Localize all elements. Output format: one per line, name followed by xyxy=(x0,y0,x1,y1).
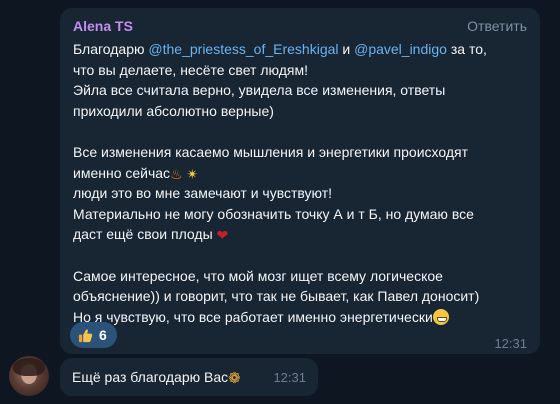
message-timestamp: 12:31 xyxy=(494,336,527,351)
text-fragment: Но я чувствую, что все работает именно э… xyxy=(73,308,433,325)
message-line: что вы делаете, несёте свет людям! xyxy=(73,61,308,78)
text-fragment: даст ещё свои плоды xyxy=(73,226,213,243)
message-text: Благодарю @the_priestess_of_Ereshkigal и… xyxy=(73,39,527,327)
text-fragment: за то, xyxy=(446,41,487,57)
text-fragment: Ещё раз благодарю Вас xyxy=(72,368,229,385)
mention-link[interactable]: @pavel_indigo xyxy=(354,41,447,57)
message-line: Все изменения касаемо мышления и энергет… xyxy=(73,143,468,160)
message-text: Ещё раз благодарю Вас❁ xyxy=(72,369,241,386)
message-line: люди это во мне замечают и чувствуют! xyxy=(73,185,333,202)
message-line: Материально не могу обозначить точку А и… xyxy=(73,205,474,222)
praying-hands-icon: ❁ xyxy=(228,368,241,387)
heart-icon: ❤ xyxy=(216,228,229,245)
sender-name[interactable]: Alena TS xyxy=(73,18,133,34)
text-fragment: Благодарю xyxy=(73,41,149,57)
message-bubble[interactable]: Alena TS Ответить Благодарю @the_prieste… xyxy=(60,8,540,354)
text-fragment: и xyxy=(338,41,355,57)
message-bubble[interactable]: Ещё раз благодарю Вас❁ 12:31 xyxy=(60,358,318,396)
message-timestamp: 12:31 xyxy=(273,369,306,385)
message-line: именно сейчас♨ ✴ xyxy=(73,163,527,184)
message-line: приходили абсолютно верные) xyxy=(73,102,274,119)
message-header: Alena TS Ответить xyxy=(73,17,527,35)
fire-icon: ♨ xyxy=(170,166,183,183)
dizzy-icon: ✴ xyxy=(186,166,199,183)
message-line: Но я чувствую, что все работает именно э… xyxy=(73,307,527,328)
message-line: Эйла все считала верно, увидела все изме… xyxy=(73,82,446,99)
message-line: объяснение)) и говорит, что так не бывае… xyxy=(73,288,480,305)
mention-link[interactable]: @the_priestess_of_Ereshkigal xyxy=(148,41,338,57)
reaction-count: 6 xyxy=(99,327,107,343)
message-line: даст ещё свои плоды ❤ xyxy=(73,224,527,245)
message-line: Самое интересное, что мой мозг ищет всем… xyxy=(73,267,443,284)
reply-button[interactable]: Ответить xyxy=(467,18,527,34)
sender-avatar[interactable] xyxy=(9,356,49,396)
reaction-thumbs-up[interactable]: 6 xyxy=(70,322,117,348)
message-line: Благодарю @the_priestess_of_Ereshkigal и… xyxy=(73,39,527,60)
grinning-icon xyxy=(432,308,449,325)
text-fragment: именно сейчас xyxy=(73,164,171,181)
thumbs-up-icon xyxy=(78,328,93,342)
chat-view: Alena TS Ответить Благодарю @the_prieste… xyxy=(0,0,560,404)
